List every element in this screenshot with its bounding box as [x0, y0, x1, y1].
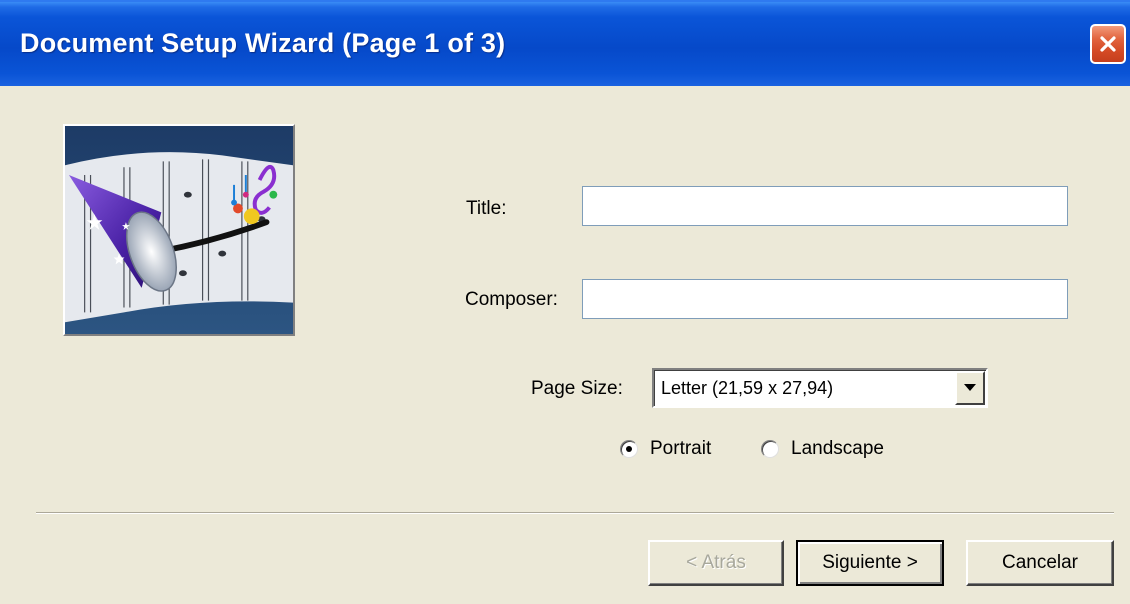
title-field[interactable] [582, 186, 1068, 226]
wizard-dialog: Document Setup Wizard (Page 1 of 3) Titl… [0, 0, 1130, 604]
cancel-button[interactable]: Cancelar [966, 540, 1114, 586]
composer-input[interactable] [583, 280, 1067, 318]
close-icon [1100, 36, 1116, 52]
landscape-radio[interactable]: Landscape [761, 438, 884, 460]
portrait-radio[interactable]: Portrait [620, 438, 711, 460]
title-label: Title: [466, 198, 507, 219]
wizard-illustration [63, 124, 295, 336]
title-input[interactable] [583, 187, 1067, 225]
portrait-label: Portrait [650, 438, 712, 459]
separator [36, 512, 1114, 514]
chevron-down-icon [964, 384, 976, 391]
landscape-radio-circle[interactable] [761, 440, 779, 458]
portrait-radio-circle[interactable] [620, 440, 638, 458]
wizard-hat-music-icon [65, 126, 293, 334]
page-size-dropdown-button[interactable] [955, 371, 985, 405]
dialog-body: Title: Composer: Page Size: Letter (21,5… [0, 86, 1130, 604]
page-size-label: Page Size: [531, 378, 623, 399]
back-button[interactable]: < Atrás [648, 540, 784, 586]
page-size-select[interactable]: Letter (21,59 x 27,94) [652, 368, 988, 408]
next-button[interactable]: Siguiente > [796, 540, 944, 586]
composer-label: Composer: [465, 289, 558, 310]
title-bar[interactable]: Document Setup Wizard (Page 1 of 3) [0, 0, 1130, 86]
close-button[interactable] [1090, 24, 1126, 64]
page-size-value: Letter (21,59 x 27,94) [661, 378, 834, 398]
window-title: Document Setup Wizard (Page 1 of 3) [20, 28, 506, 58]
landscape-label: Landscape [791, 438, 884, 459]
composer-field[interactable] [582, 279, 1068, 319]
